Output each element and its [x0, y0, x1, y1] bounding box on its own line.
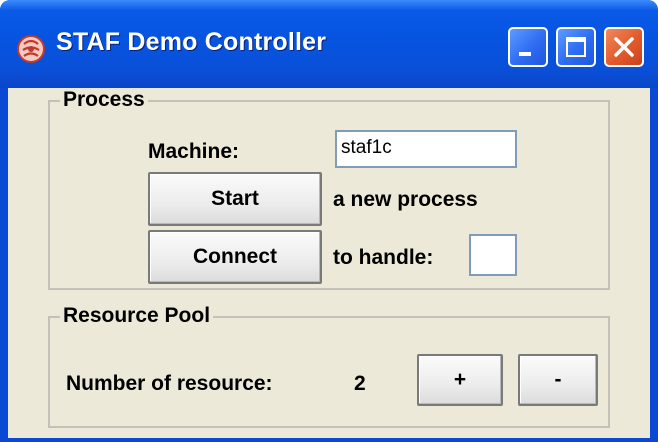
app-icon — [16, 34, 46, 64]
handle-input[interactable] — [469, 234, 517, 276]
resource-count-label: Number of resource: — [66, 372, 273, 395]
maximize-icon — [566, 37, 586, 57]
increase-resource-button[interactable]: + — [417, 354, 503, 406]
connect-description: to handle: — [333, 246, 434, 269]
resource-count-value: 2 — [354, 372, 366, 395]
resource-pool-group-label: Resource Pool — [60, 304, 214, 328]
minimize-icon — [519, 52, 531, 56]
start-description: a new process — [333, 188, 478, 211]
close-icon — [614, 37, 634, 57]
connect-button[interactable]: Connect — [148, 230, 322, 284]
process-group — [48, 100, 610, 290]
machine-label: Machine: — [148, 140, 240, 163]
title-bar[interactable]: STAF Demo Controller — [0, 0, 658, 88]
start-button[interactable]: Start — [148, 172, 322, 226]
maximize-button[interactable] — [556, 27, 596, 67]
decrease-resource-button[interactable]: - — [518, 354, 598, 406]
close-button[interactable] — [604, 27, 644, 67]
machine-input[interactable]: staf1c — [335, 130, 517, 168]
app-window: STAF Demo Controller Process Machine: st… — [0, 0, 658, 442]
minimize-button[interactable] — [508, 27, 548, 67]
window-title: STAF Demo Controller — [56, 28, 327, 56]
process-group-label: Process — [60, 88, 148, 112]
window-content: Process Machine: staf1c Start a new proc… — [8, 88, 650, 438]
